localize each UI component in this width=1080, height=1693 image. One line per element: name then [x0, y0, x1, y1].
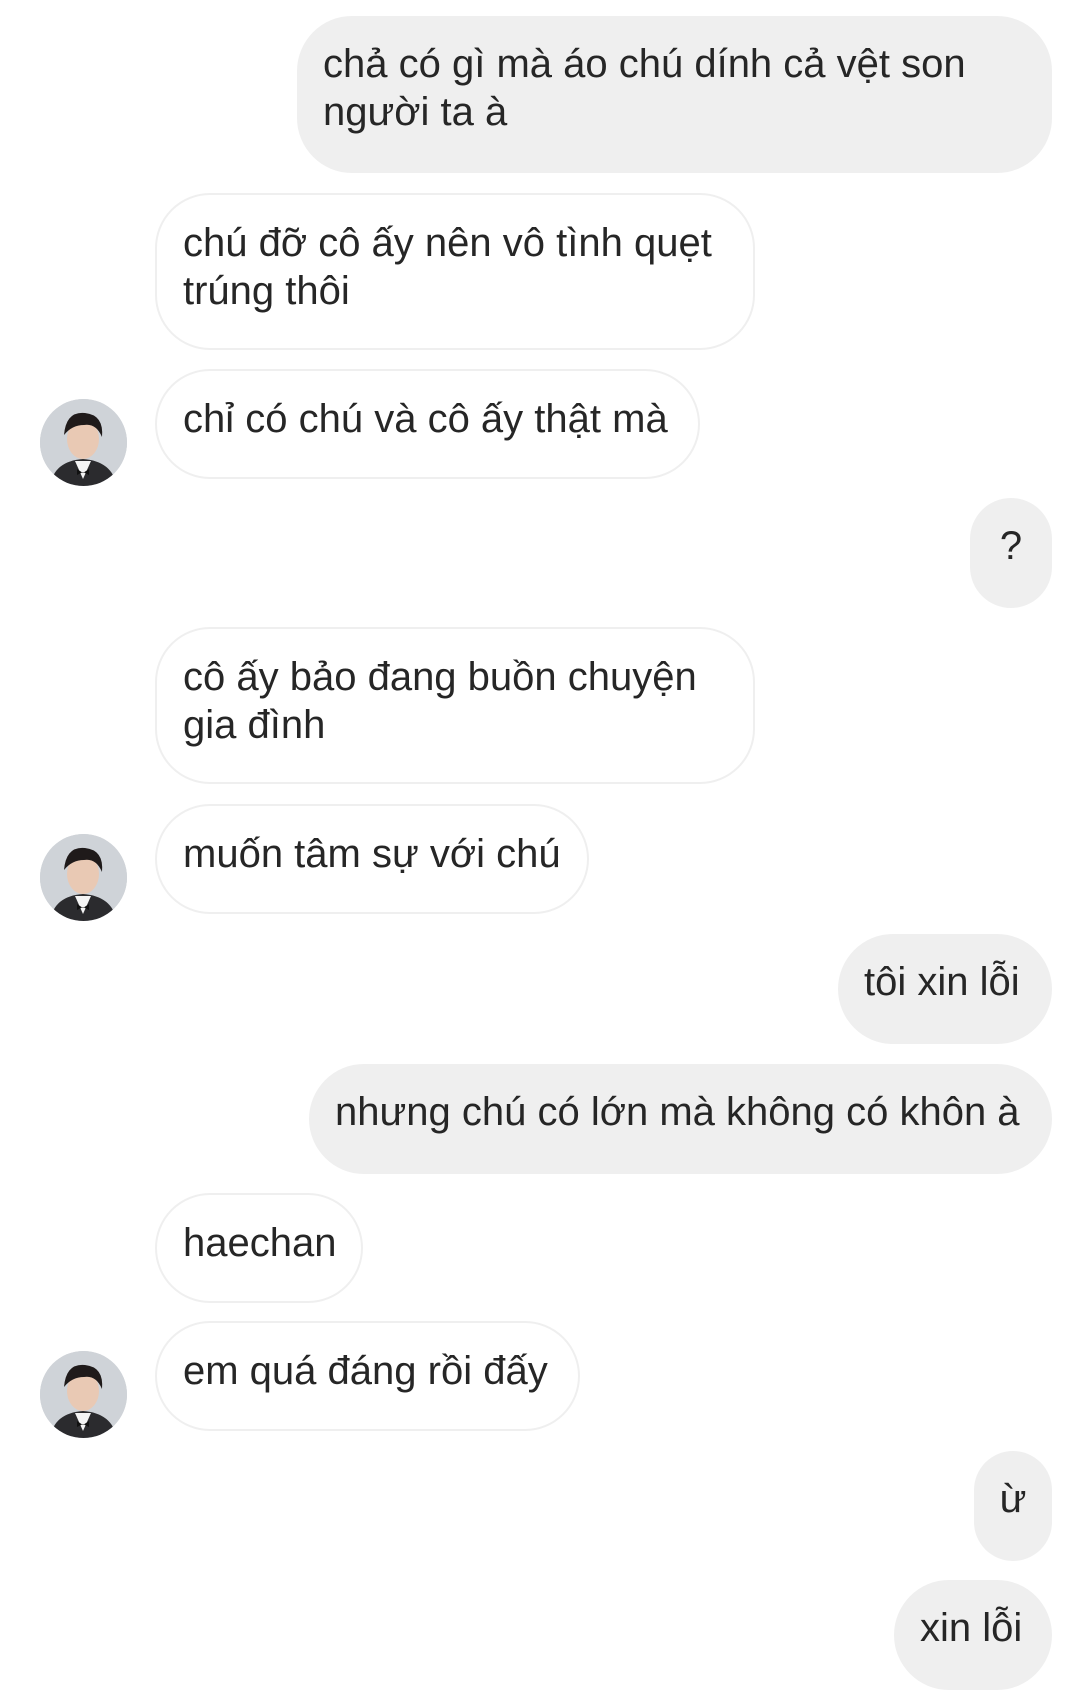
message-bubble[interactable]: chỉ có chú và cô ấy thật mà [155, 369, 700, 479]
message-thread: chả có gì mà áo chú dính cả vệt son ngườ… [0, 0, 1080, 1693]
message-bubble[interactable]: tôi xin lỗi [838, 934, 1052, 1044]
message-bubble[interactable]: ? [970, 498, 1052, 608]
message-bubble[interactable]: cô ấy bảo đang buồn chuyện gia đình [155, 627, 755, 784]
contact-avatar[interactable] [40, 1351, 127, 1438]
contact-avatar[interactable] [40, 399, 127, 486]
message-bubble[interactable]: chú đỡ cô ấy nên vô tình quẹt trúng thôi [155, 193, 755, 350]
message-bubble[interactable]: chả có gì mà áo chú dính cả vệt son ngườ… [297, 16, 1052, 173]
message-bubble[interactable]: xin lỗi [894, 1580, 1052, 1690]
message-bubble[interactable]: nhưng chú có lớn mà không có khôn à [309, 1064, 1052, 1174]
contact-avatar[interactable] [40, 834, 127, 921]
message-bubble[interactable]: em quá đáng rồi đấy [155, 1321, 580, 1431]
message-bubble[interactable]: haechan [155, 1193, 363, 1303]
message-bubble[interactable]: muốn tâm sự với chú [155, 804, 589, 914]
message-bubble[interactable]: ừ [974, 1451, 1052, 1561]
